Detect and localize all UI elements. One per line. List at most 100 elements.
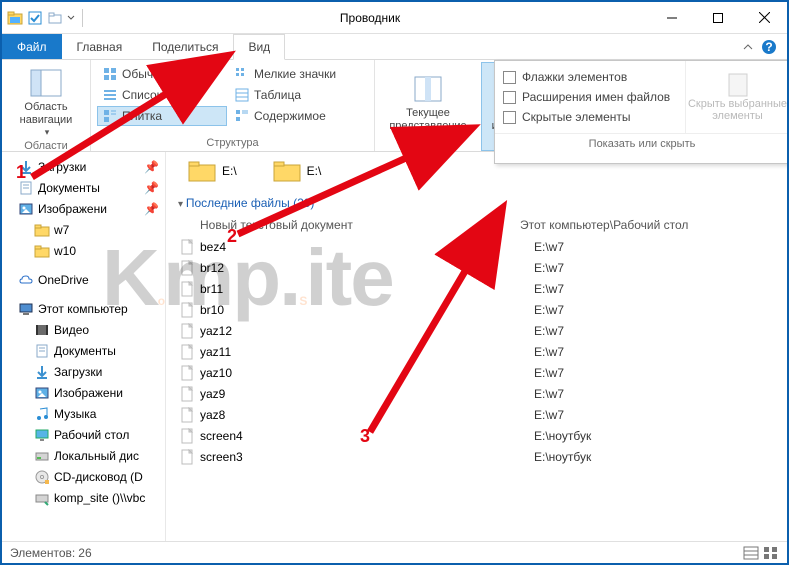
tab-file[interactable]: Файл <box>2 34 62 59</box>
cloud-icon <box>18 272 34 288</box>
maximize-button[interactable] <box>695 3 741 33</box>
col-name[interactable]: Новый текстовый документ <box>200 218 520 232</box>
music-icon <box>34 406 50 422</box>
nav-item[interactable]: Изображени <box>2 382 165 403</box>
view-large-icon[interactable] <box>763 546 779 560</box>
nav-item[interactable]: Рабочий стол <box>2 424 165 445</box>
nav-item-label: CD-дисковод (D <box>54 470 143 484</box>
tab-share[interactable]: Поделиться <box>137 34 233 59</box>
folder-label: E:\ <box>222 164 237 178</box>
checkbox-icon <box>503 111 516 124</box>
qat-folder-icon[interactable] <box>46 9 64 27</box>
nav-item[interactable]: komp_site ()\\vbc <box>2 487 165 508</box>
layout-list[interactable]: Список <box>97 85 227 105</box>
close-button[interactable] <box>741 3 787 33</box>
nav-item[interactable]: Загрузки <box>2 361 165 382</box>
file-name: screen3 <box>200 450 534 464</box>
status-items-count: 26 <box>78 546 91 560</box>
navigation-pane-label: Область навигации <box>20 101 73 127</box>
checkbox-label: Флажки элементов <box>522 70 627 84</box>
layout-tiles[interactable]: Плитка <box>97 106 227 126</box>
col-path[interactable]: Этот компьютер\Рабочий стол <box>520 218 688 232</box>
layout-details[interactable]: Таблица <box>229 85 359 105</box>
navigation-pane-button[interactable]: Область навигации ▾ <box>8 62 84 139</box>
nav-item-label: Изображени <box>38 202 107 216</box>
ribbon-group-panes-label: Области <box>8 139 84 154</box>
doc-icon <box>34 343 50 359</box>
nav-item[interactable]: CD-дисковод (D <box>2 466 165 487</box>
nav-item-label: Рабочий стол <box>54 428 129 442</box>
file-icon <box>180 407 196 423</box>
ribbon-tabs: Файл Главная Поделиться Вид ? <box>2 34 787 60</box>
statusbar: Элементов: 26 <box>2 541 787 563</box>
file-name: yaz11 <box>200 345 534 359</box>
folder-icon <box>34 222 50 238</box>
nav-item-label: w10 <box>54 244 76 258</box>
file-row[interactable]: yaz11E:\w7 <box>174 341 787 362</box>
layout-extra-large[interactable]: Обычны <box>97 64 227 84</box>
show-hide-dropdown-label: Показать или скрыть <box>495 133 789 154</box>
nav-item-label: Изображени <box>54 386 123 400</box>
hide-selected-button[interactable]: Скрыть выбранные элементы <box>685 61 789 133</box>
file-icon <box>180 344 196 360</box>
folder-label: E:\ <box>307 164 322 178</box>
checkbox-hidden-items[interactable]: Скрытые элементы <box>503 107 677 127</box>
folder-icon <box>34 243 50 259</box>
file-icon <box>180 365 196 381</box>
file-path: E:\ноутбук <box>534 429 591 443</box>
layout-content[interactable]: Содержимое <box>229 106 359 126</box>
file-row[interactable]: yaz10E:\w7 <box>174 362 787 383</box>
checkbox-label: Расширения имен файлов <box>522 90 670 104</box>
view-details-icon[interactable] <box>743 546 759 560</box>
explorer-icon <box>6 9 24 27</box>
nav-item-label: Локальный дис <box>54 449 139 463</box>
show-hide-checkboxes: Флажки элементов Расширения имен файлов … <box>495 61 685 133</box>
pin-icon: 📌 <box>144 181 159 195</box>
nav-item-label: Загрузки <box>54 365 102 379</box>
ribbon-collapse-icon[interactable] <box>743 42 753 52</box>
navigation-pane-icon <box>30 67 62 99</box>
navigation-pane[interactable]: Загрузки📌Документы📌Изображени📌w7w10OneDr… <box>2 152 166 541</box>
nav-item-label: w7 <box>54 223 69 237</box>
file-name: yaz10 <box>200 366 534 380</box>
help-icon[interactable]: ? <box>761 39 777 55</box>
nav-item[interactable]: Загрузки📌 <box>2 156 165 177</box>
checkbox-icon <box>503 91 516 104</box>
nav-item[interactable]: Документы <box>2 340 165 361</box>
folder-item[interactable]: E:\ <box>188 160 237 182</box>
ribbon-group-layout-label: Структура <box>97 136 368 151</box>
file-row[interactable]: yaz8E:\w7 <box>174 404 787 425</box>
nav-item[interactable]: Локальный дис <box>2 445 165 466</box>
folder-item[interactable]: E:\ <box>273 160 322 182</box>
nav-item[interactable]: Документы📌 <box>2 177 165 198</box>
current-view-label: Текущее представление <box>389 107 466 133</box>
file-row[interactable]: screen3E:\ноутбук <box>174 446 787 467</box>
file-icon <box>180 428 196 444</box>
nav-item-label: Музыка <box>54 407 96 421</box>
checkbox-file-extensions[interactable]: Расширения имен файлов <box>503 87 677 107</box>
file-row[interactable]: screen4E:\ноутбук <box>174 425 787 446</box>
current-view-button[interactable]: Текущее представление▾ <box>381 62 475 151</box>
checkbox-label: Скрытые элементы <box>522 110 631 124</box>
tab-view[interactable]: Вид <box>233 34 285 60</box>
checkbox-item-flags[interactable]: Флажки элементов <box>503 67 677 87</box>
file-path: E:\w7 <box>534 240 564 254</box>
nav-item[interactable]: Изображени📌 <box>2 198 165 219</box>
net-icon <box>34 490 50 506</box>
nav-item-label: komp_site ()\\vbc <box>54 491 145 505</box>
recent-files-header[interactable]: Последние файлы (20) <box>174 190 787 216</box>
show-hide-dropdown: Флажки элементов Расширения имен файлов … <box>494 60 789 164</box>
status-items-label: Элементов: <box>10 546 75 560</box>
layout-small-icons[interactable]: Мелкие значки <box>229 64 359 84</box>
minimize-button[interactable] <box>649 3 695 33</box>
file-row[interactable]: yaz9E:\w7 <box>174 383 787 404</box>
file-icon <box>180 323 196 339</box>
file-path: E:\w7 <box>534 387 564 401</box>
qat-check-icon[interactable] <box>26 9 44 27</box>
nav-item[interactable]: Музыка <box>2 403 165 424</box>
qat-dropdown-icon[interactable] <box>66 9 76 27</box>
tab-help-area: ? <box>743 34 787 59</box>
ribbon: Область навигации ▾ Области Обычны Мелки… <box>2 60 787 152</box>
content-area: Загрузки📌Документы📌Изображени📌w7w10OneDr… <box>2 152 787 541</box>
tab-home[interactable]: Главная <box>62 34 138 59</box>
